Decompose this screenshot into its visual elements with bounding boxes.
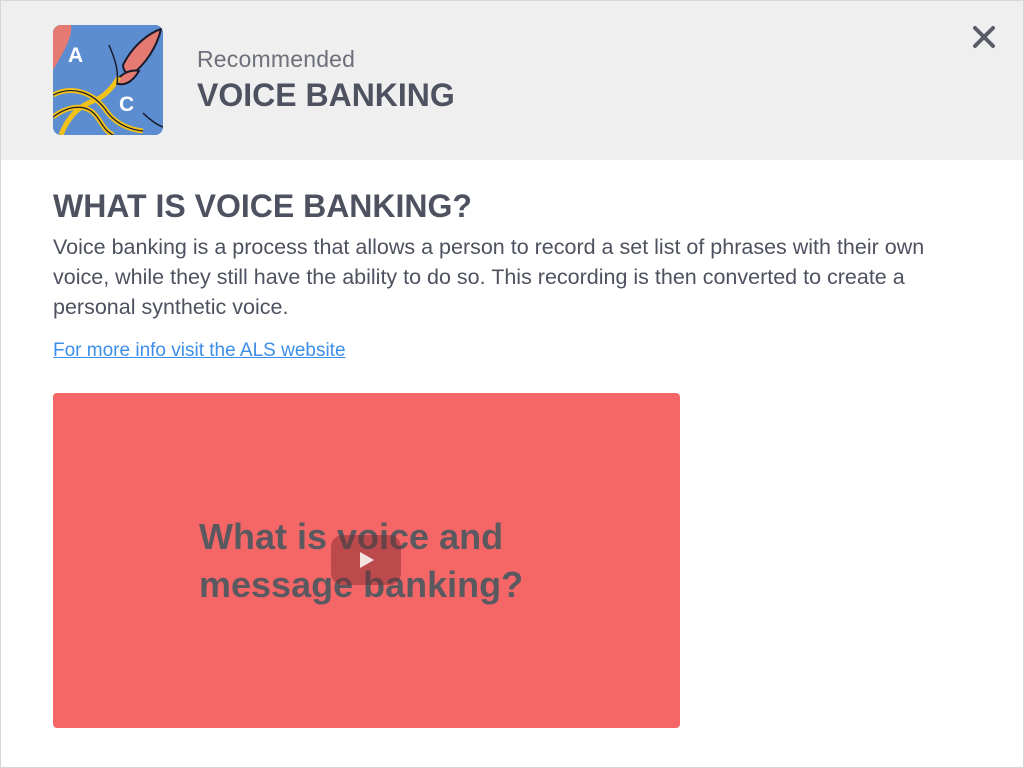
page-title: VOICE BANKING (197, 77, 455, 113)
video-title: What is voice and message banking? (199, 516, 524, 605)
video-player[interactable]: What is voice and message banking? (53, 393, 680, 728)
section-heading: WHAT IS VOICE BANKING? (53, 188, 472, 224)
logo-artwork (53, 25, 163, 135)
als-website-link[interactable]: For more info visit the ALS website (53, 340, 346, 362)
content-section: WHAT IS VOICE BANKING? Voice banking is … (53, 185, 983, 362)
recommended-label: Recommended (197, 46, 356, 72)
logo-letter-a: A (68, 44, 84, 67)
play-button[interactable] (331, 535, 401, 585)
close-button[interactable] (967, 20, 1001, 54)
modal-header: A C Recommended VOICE BANKING (1, 1, 1023, 160)
modal-window: A C Recommended VOICE BANKING WHAT IS VO… (0, 0, 1024, 768)
close-icon (973, 26, 995, 48)
app-logo: A C (53, 25, 163, 135)
description-text: Voice banking is a process that allows a… (53, 235, 925, 319)
play-icon (360, 552, 374, 568)
logo-letter-c: C (119, 93, 135, 116)
